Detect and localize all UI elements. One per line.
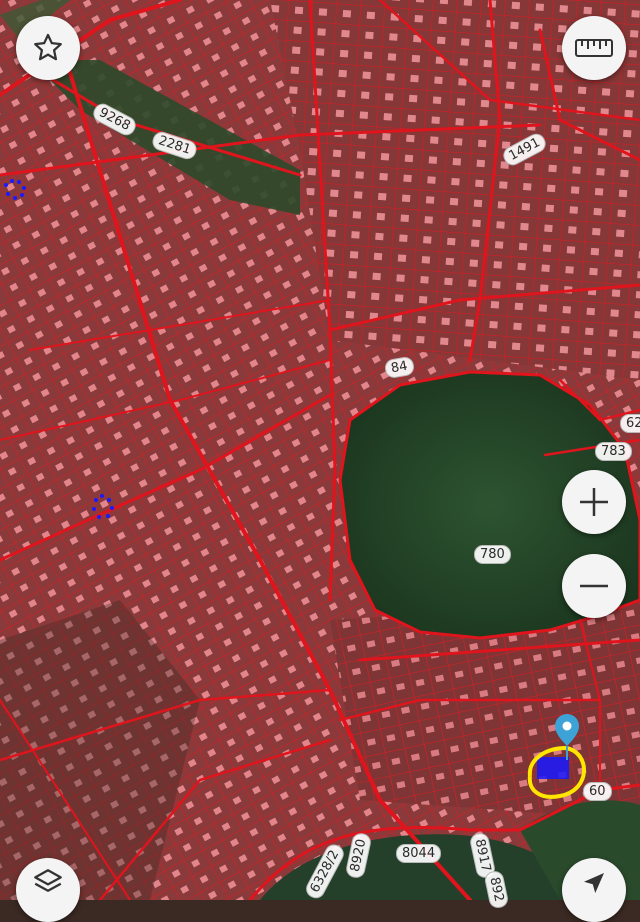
ruler-icon [575, 39, 613, 57]
plus-icon [580, 488, 608, 516]
cadastral-map[interactable] [0, 0, 640, 900]
favorite-button[interactable] [16, 16, 80, 80]
measure-button[interactable] [562, 16, 626, 80]
zoom-out-button[interactable] [562, 554, 626, 618]
parcel-label: 60 [583, 782, 612, 801]
navigation-arrow-icon [584, 873, 604, 893]
minus-icon [580, 584, 608, 588]
parcel-label: 62 [620, 414, 640, 433]
layers-icon [34, 869, 62, 892]
parcel-label: 780 [474, 545, 511, 564]
star-icon [34, 33, 62, 61]
zoom-in-button[interactable] [562, 470, 626, 534]
parcel-label: 783 [595, 442, 632, 461]
parcel-label: 8044 [396, 844, 442, 863]
layers-button[interactable] [16, 858, 80, 922]
locate-button[interactable] [562, 858, 626, 922]
